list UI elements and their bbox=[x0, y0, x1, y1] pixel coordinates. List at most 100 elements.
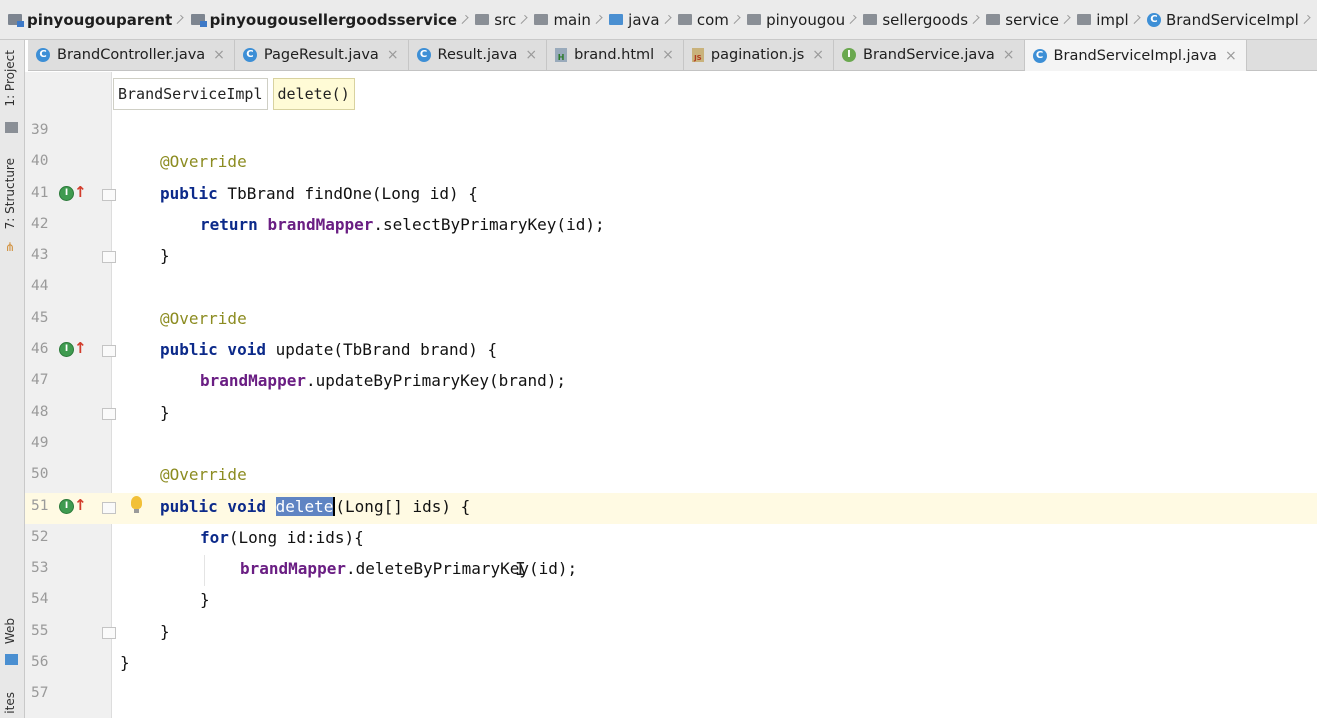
chevron-right-icon bbox=[459, 14, 469, 25]
chevron-right-icon bbox=[1061, 14, 1071, 25]
code-line: 47 brandMapper.updateByPrimaryKey(brand)… bbox=[25, 367, 1317, 398]
code-line: 57 bbox=[25, 680, 1317, 711]
code-text: (Long[] ids) { bbox=[335, 496, 471, 516]
tab-result[interactable]: C Result.java × bbox=[409, 40, 548, 70]
package-icon bbox=[677, 14, 692, 25]
breadcrumb-item-root-module[interactable]: pinyougouparent bbox=[8, 0, 172, 39]
code-text: } bbox=[160, 621, 170, 641]
code-line: 55 } bbox=[25, 618, 1317, 649]
breadcrumb-item-pinyougou[interactable]: pinyougou bbox=[747, 0, 845, 39]
lightbulb-icon[interactable] bbox=[131, 495, 142, 513]
line-number: 39 bbox=[31, 122, 49, 138]
web-icon bbox=[5, 654, 18, 665]
code-line: 48 } bbox=[25, 399, 1317, 430]
package-icon bbox=[747, 14, 762, 25]
tool-window-web[interactable]: Web bbox=[3, 618, 17, 644]
code-line-current: 51 I ↑ public void delete (Long[] ids) { bbox=[25, 492, 1317, 524]
close-icon[interactable]: × bbox=[387, 47, 399, 63]
annotation-token: @Override bbox=[160, 152, 247, 172]
class-icon: C bbox=[416, 48, 431, 62]
keyword-token: for bbox=[200, 527, 229, 547]
code-line: 45 @Override bbox=[25, 305, 1317, 336]
chevron-right-icon bbox=[518, 14, 528, 25]
implements-method-icon[interactable]: I bbox=[59, 498, 74, 514]
code-text: .updateByPrimaryKey(brand); bbox=[305, 371, 567, 391]
breadcrumb-item-main[interactable]: main bbox=[534, 0, 591, 39]
code-text: .selectByPrimaryKey(id); bbox=[373, 214, 605, 234]
breadcrumb-item-java[interactable]: java bbox=[609, 0, 660, 39]
code-text: TbBrand findOne(Long id) { bbox=[217, 183, 478, 203]
breadcrumb-item-service[interactable]: service bbox=[986, 0, 1059, 39]
breadcrumb-item-class[interactable]: C BrandServiceImpl bbox=[1146, 0, 1299, 39]
code-line: 52 for(Long id:ids){ bbox=[25, 524, 1317, 555]
tool-window-strip: 1: Project 7: Structure ⋔ Web ites bbox=[0, 40, 25, 718]
line-number: 40 bbox=[31, 153, 49, 170]
keyword-token: return bbox=[200, 214, 258, 234]
navigation-breadcrumb: pinyougouparent pinyougousellergoodsserv… bbox=[0, 0, 1317, 40]
method-breadcrumb: BrandServiceImpl delete() bbox=[113, 78, 355, 110]
line-number: 51 bbox=[31, 497, 49, 514]
line-number: 45 bbox=[31, 309, 49, 326]
class-icon: C bbox=[36, 48, 50, 62]
selected-text: delete bbox=[275, 496, 336, 516]
code-line: 46 I ↑ public void update(TbBrand brand) … bbox=[25, 336, 1317, 367]
code-text: } bbox=[160, 246, 170, 266]
fold-marker-icon[interactable] bbox=[102, 501, 116, 514]
close-icon[interactable]: × bbox=[812, 47, 824, 63]
fold-marker-icon[interactable] bbox=[102, 345, 116, 358]
folder-icon bbox=[475, 14, 490, 25]
line-number: 54 bbox=[31, 591, 49, 608]
code-text: } bbox=[160, 402, 170, 422]
chevron-right-icon bbox=[662, 14, 672, 25]
arrow-up-icon: ↑ bbox=[74, 182, 87, 201]
fold-end-marker-icon[interactable] bbox=[102, 251, 116, 264]
tab-brand-html[interactable]: Hbrand.html × bbox=[547, 40, 684, 70]
breadcrumb-item-src[interactable]: src bbox=[475, 0, 516, 39]
breadcrumb-item-service-module[interactable]: pinyougousellergoodsservice bbox=[190, 0, 457, 39]
fold-end-marker-icon[interactable] bbox=[102, 407, 116, 420]
line-number: 46 bbox=[31, 341, 49, 358]
close-icon[interactable]: × bbox=[1003, 47, 1015, 63]
folder-icon bbox=[534, 14, 549, 25]
close-icon[interactable]: × bbox=[1225, 48, 1237, 64]
chevron-right-icon bbox=[593, 14, 603, 25]
implements-method-icon[interactable]: I bbox=[59, 342, 74, 358]
line-number: 56 bbox=[31, 654, 49, 671]
line-number: 41 bbox=[31, 184, 49, 201]
tool-window-structure[interactable]: 7: Structure bbox=[3, 158, 17, 229]
tab-brandcontroller[interactable]: C BrandController.java × bbox=[28, 40, 235, 70]
package-icon bbox=[1077, 14, 1092, 25]
code-text: } bbox=[200, 590, 210, 610]
close-icon[interactable]: × bbox=[662, 47, 674, 63]
tab-brandserviceimpl[interactable]: C BrandServiceImpl.java × bbox=[1024, 40, 1247, 71]
line-number: 50 bbox=[31, 466, 49, 483]
chevron-right-icon bbox=[847, 14, 857, 25]
close-icon[interactable]: × bbox=[213, 47, 225, 63]
tool-window-favorites[interactable]: ites bbox=[3, 692, 17, 714]
code-editor[interactable]: BrandServiceImpl delete() 39 40 @Overrid… bbox=[25, 72, 1317, 718]
method-breadcrumb-method[interactable]: delete() bbox=[272, 78, 355, 110]
code-text: (Long id:ids){ bbox=[228, 527, 364, 547]
code-line: 41 I ↑ public TbBrand findOne(Long id) { bbox=[25, 180, 1317, 211]
line-number: 48 bbox=[31, 403, 49, 420]
chevron-right-icon bbox=[731, 14, 741, 25]
breadcrumb-item-sellergoods[interactable]: sellergoods bbox=[863, 0, 968, 39]
fold-marker-icon[interactable] bbox=[102, 188, 116, 201]
code-lines: 39 40 @Override 41 I ↑ public TbBrand fin… bbox=[25, 117, 1317, 712]
close-icon[interactable]: × bbox=[525, 47, 537, 63]
keyword-token: public void bbox=[160, 496, 266, 516]
field-token: brandMapper bbox=[240, 559, 346, 579]
implements-method-icon[interactable]: I bbox=[59, 185, 74, 201]
tab-pagination-js[interactable]: JS pagination.js × bbox=[684, 40, 835, 70]
fold-end-marker-icon[interactable] bbox=[102, 626, 116, 639]
structure-icon: ⋔ bbox=[5, 240, 16, 254]
annotation-token: @Override bbox=[160, 308, 247, 328]
method-breadcrumb-class[interactable]: BrandServiceImpl bbox=[113, 78, 268, 110]
line-number: 53 bbox=[31, 560, 49, 577]
module-folder-icon bbox=[8, 14, 24, 27]
tool-window-project[interactable]: 1: Project bbox=[3, 50, 17, 107]
breadcrumb-item-impl[interactable]: impl bbox=[1077, 0, 1129, 39]
breadcrumb-item-com[interactable]: com bbox=[677, 0, 729, 39]
tab-brandservice[interactable]: I BrandService.java × bbox=[834, 40, 1025, 70]
tab-pageresult[interactable]: C PageResult.java × bbox=[235, 40, 409, 70]
